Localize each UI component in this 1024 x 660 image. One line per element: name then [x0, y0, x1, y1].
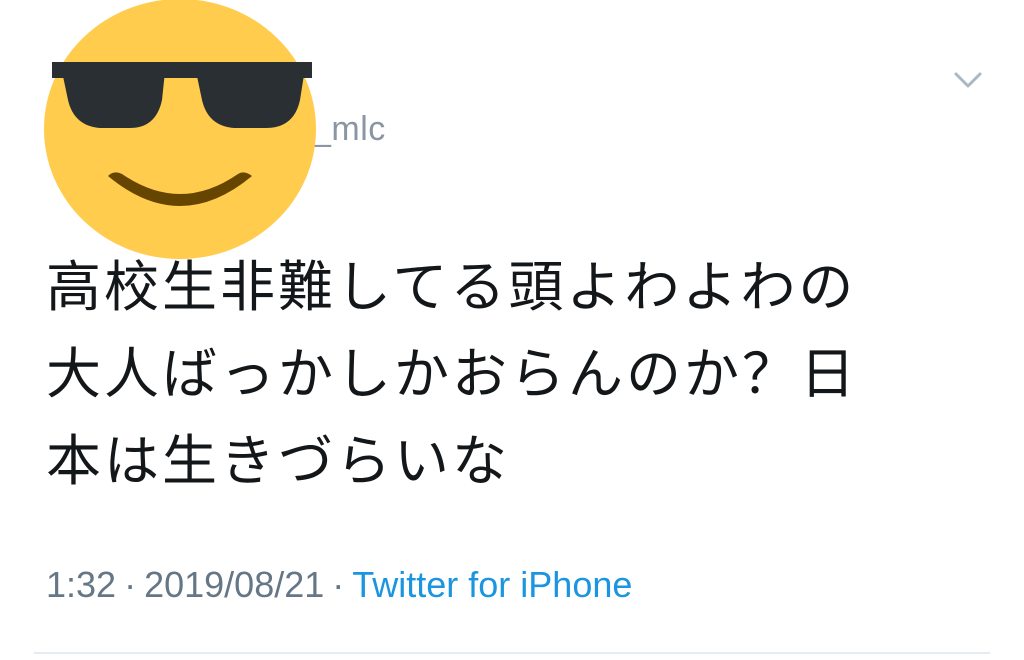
chevron-down-icon[interactable] [950, 66, 986, 96]
smiling-face-with-sunglasses-icon[interactable] [44, 0, 320, 260]
tweet-date[interactable]: 2019/08/21 [144, 564, 324, 605]
tweet-text: 高校生非難してる頭よわよわの 大人ばっかしかおらんのか？日 本は生きづらいな [46, 244, 946, 505]
author-handle[interactable]: _mlc [312, 110, 386, 149]
tweet-text-line: 本は生きづらいな [46, 429, 511, 493]
tweet-meta: 1:32 · 2019/08/21 · Twitter for iPhone [46, 564, 632, 606]
tweet-source-link[interactable]: Twitter for iPhone [352, 564, 632, 605]
meta-separator: · [124, 564, 137, 605]
tweet-card: _mlc 高校生非難してる頭よわよわの 大人ばっかしかおらんのか？日 本は生きづ… [0, 0, 1024, 660]
tweet-text-line: 大人ばっかしかおらんのか？日 [46, 342, 859, 406]
tweet-time[interactable]: 1:32 [46, 564, 116, 605]
avatar-emoji-graphic [44, 0, 316, 259]
divider [34, 652, 990, 654]
tweet-text-line: 高校生非難してる頭よわよわの [46, 255, 857, 319]
meta-separator: · [332, 564, 345, 605]
emoji-face [44, 0, 316, 259]
